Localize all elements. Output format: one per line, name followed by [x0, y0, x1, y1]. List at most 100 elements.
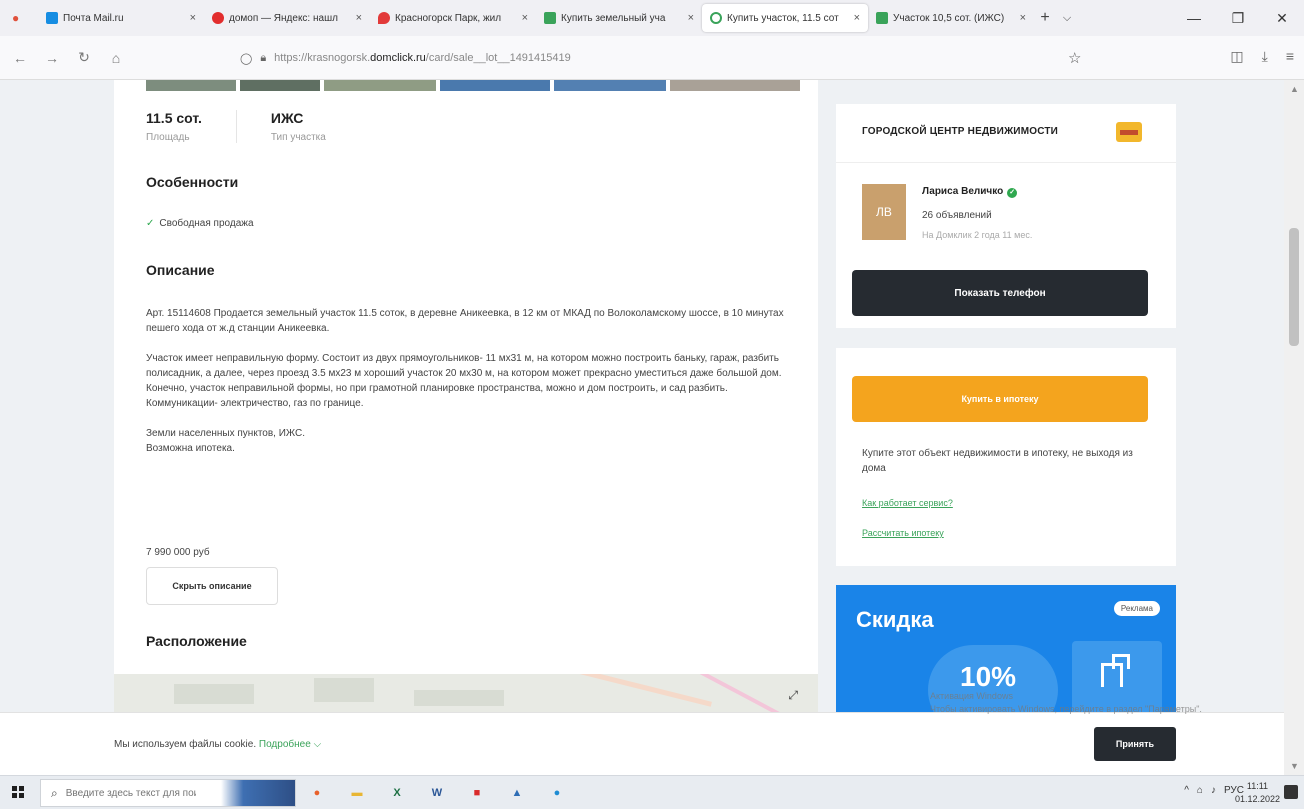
taskbar-search[interactable]: ⌕ — [40, 779, 296, 807]
photo-thumb[interactable] — [670, 80, 800, 91]
address-bar[interactable]: ◯ 🔒︎ https://krasnogorsk. domclick.ru/car… — [240, 44, 1100, 72]
volume-icon[interactable]: ♪ — [1211, 785, 1216, 796]
description-paragraph: Земли населенных пунктов, ИЖС. Возможна … — [146, 428, 306, 454]
tab-close-icon[interactable]: × — [854, 12, 860, 24]
photo-thumb[interactable] — [324, 80, 436, 91]
map-road — [536, 674, 712, 707]
edge-icon[interactable]: ● — [542, 778, 572, 808]
tab-buy-land[interactable]: Купить земельный уча × — [536, 4, 702, 32]
page-scrollbar[interactable]: ▲ ▼ — [1284, 80, 1304, 775]
pocket-icon[interactable]: ◫ — [1230, 48, 1243, 65]
cookie-message: Мы используем файлы cookie. — [114, 739, 257, 750]
back-arrow-icon[interactable]: ← — [8, 50, 32, 66]
windows-activation-watermark: Активация Windows Чтобы активировать Win… — [930, 691, 1202, 714]
agent-listing-count[interactable]: 26 объявлений — [922, 210, 992, 221]
description-paragraph: Арт. 15114608 Продается земельный участо… — [146, 308, 784, 334]
new-tab-button[interactable]: + — [1034, 9, 1056, 27]
map-block — [414, 690, 504, 706]
agency-name[interactable]: ГОРОДСКОЙ ЦЕНТР НЕДВИЖИМОСТИ — [862, 126, 1058, 137]
lock-icon[interactable]: 🔒︎ — [260, 52, 266, 65]
agency-logo[interactable] — [1116, 122, 1142, 142]
close-window-icon[interactable]: ✕ — [1260, 0, 1304, 36]
excel-icon[interactable]: X — [382, 778, 412, 808]
shield-icon[interactable]: ◯ — [240, 52, 252, 65]
agent-name[interactable]: Лариса Величко ✓ — [922, 186, 1018, 198]
cookie-more-link[interactable]: Подробнее ⌵ — [259, 739, 321, 750]
photo-thumb[interactable] — [554, 80, 666, 91]
tray-chevron-icon[interactable]: ^ — [1184, 785, 1189, 796]
tab-close-icon[interactable]: × — [688, 12, 694, 24]
extensions-icon[interactable]: ≡ — [1286, 48, 1294, 65]
window-controls: — ❐ ✕ — [1172, 0, 1304, 36]
bookmark-star-icon[interactable]: ☆ — [1068, 49, 1081, 67]
agent-avatar[interactable]: ЛВ — [862, 184, 906, 240]
scroll-down-icon[interactable]: ▼ — [1290, 761, 1299, 771]
url-prefix: https://krasnogorsk. — [274, 52, 371, 64]
forward-arrow-icon[interactable]: → — [40, 50, 64, 66]
expand-map-icon[interactable]: ⤢ — [788, 688, 798, 703]
hide-description-button[interactable]: Скрыть описание — [146, 567, 278, 605]
photo-thumb[interactable] — [440, 80, 550, 91]
tab-yandex[interactable]: домоп — Яндекс: нашл × — [204, 4, 370, 32]
navigation-bar: ← → ↻ ⌂ ◯ 🔒︎ https://krasnogorsk. domclic… — [0, 36, 1304, 80]
fact-label: Площадь — [146, 132, 190, 143]
mail-favicon-icon — [46, 12, 58, 24]
tab-close-icon[interactable]: × — [356, 12, 362, 24]
tab-strip: ● Почта Mail.ru × домоп — Яндекс: нашл ×… — [0, 0, 1304, 36]
tab-title: Красногорск Парк, жил — [395, 12, 502, 24]
location-map[interactable]: ⤢ — [114, 674, 818, 712]
tab-title: Купить земельный уча — [561, 12, 666, 24]
feature-label: Свободная продажа — [159, 218, 254, 229]
how-it-works-link[interactable]: Как работает сервис? — [862, 498, 953, 508]
show-phone-button[interactable]: Показать телефон — [852, 270, 1148, 316]
photo-thumb[interactable] — [240, 80, 320, 91]
tab-close-icon[interactable]: × — [190, 12, 196, 24]
network-icon[interactable]: ⌂ — [1197, 785, 1203, 796]
windows-taskbar: ⌕ ● ▬ X W ■ ▲ ● ^ ⌂ ♪ РУС 11:11 01.12.20… — [0, 775, 1304, 809]
tab-current-listing[interactable]: Купить участок, 11.5 сот × — [702, 4, 868, 32]
tab-mail[interactable]: Почта Mail.ru × — [38, 4, 204, 32]
notification-icon[interactable] — [1284, 785, 1298, 799]
acrobat-icon[interactable]: ■ — [462, 778, 492, 808]
tab-list-chevron-icon[interactable]: ⌵ — [1056, 12, 1078, 25]
system-clock[interactable]: 11:11 01.12.2022 — [1235, 780, 1280, 806]
photo-thumb[interactable] — [146, 80, 236, 91]
map-block — [174, 684, 254, 704]
scrollbar-thumb[interactable] — [1289, 228, 1299, 346]
photo-strip[interactable] — [146, 80, 808, 91]
restore-icon[interactable]: ❐ — [1216, 0, 1260, 36]
windows-start-icon[interactable] — [12, 786, 24, 798]
tab-close-icon[interactable]: × — [1020, 12, 1026, 24]
tab-title: Участок 10,5 сот. (ИЖС) — [893, 12, 1005, 24]
domclick-favicon-icon — [544, 12, 556, 24]
tab-plot-105[interactable]: Участок 10,5 сот. (ИЖС) × — [868, 4, 1034, 32]
word-icon[interactable]: W — [422, 778, 452, 808]
home-icon[interactable]: ⌂ — [104, 50, 128, 66]
file-explorer-icon[interactable]: ▬ — [342, 778, 372, 808]
browser-menu-icon[interactable]: ● — [12, 11, 34, 25]
cookie-banner: Мы используем файлы cookie. Подробнее ⌵ … — [0, 712, 1284, 775]
fact-plot-type: ИЖС Тип участка — [235, 110, 360, 143]
fact-label: Тип участка — [270, 132, 326, 143]
search-icon: ⌕ — [51, 785, 58, 800]
firefox-icon[interactable]: ● — [302, 778, 332, 808]
tab-close-icon[interactable]: × — [522, 12, 528, 24]
taskbar-search-input[interactable] — [65, 787, 196, 799]
promo-title: Скидка — [856, 607, 934, 632]
search-highlight-image — [221, 780, 295, 806]
cookie-more-label: Подробнее — [258, 739, 311, 750]
key-facts: 11.5 сот. Площадь ИЖС Тип участка — [146, 110, 360, 143]
buy-with-mortgage-button[interactable]: Купить в ипотеку — [852, 376, 1148, 422]
accept-cookies-button[interactable]: Принять — [1094, 727, 1176, 761]
promo-percent: 10% — [960, 661, 1017, 692]
reload-icon[interactable]: ↻ — [72, 49, 96, 66]
tab-krasnogorsk-park[interactable]: Красногорск Парк, жил × — [370, 4, 536, 32]
downloads-icon[interactable]: ⤓ — [1262, 48, 1268, 65]
chevron-down-icon: ⌵ — [313, 739, 322, 750]
calculate-mortgage-link[interactable]: Рассчитать ипотеку — [862, 528, 944, 538]
scroll-up-icon[interactable]: ▲ — [1290, 84, 1299, 94]
minimize-icon[interactable]: — — [1172, 0, 1216, 36]
domclick-favicon-icon — [876, 12, 888, 24]
photos-icon[interactable]: ▲ — [502, 778, 532, 808]
description-price: 7 990 000 руб — [146, 547, 210, 558]
